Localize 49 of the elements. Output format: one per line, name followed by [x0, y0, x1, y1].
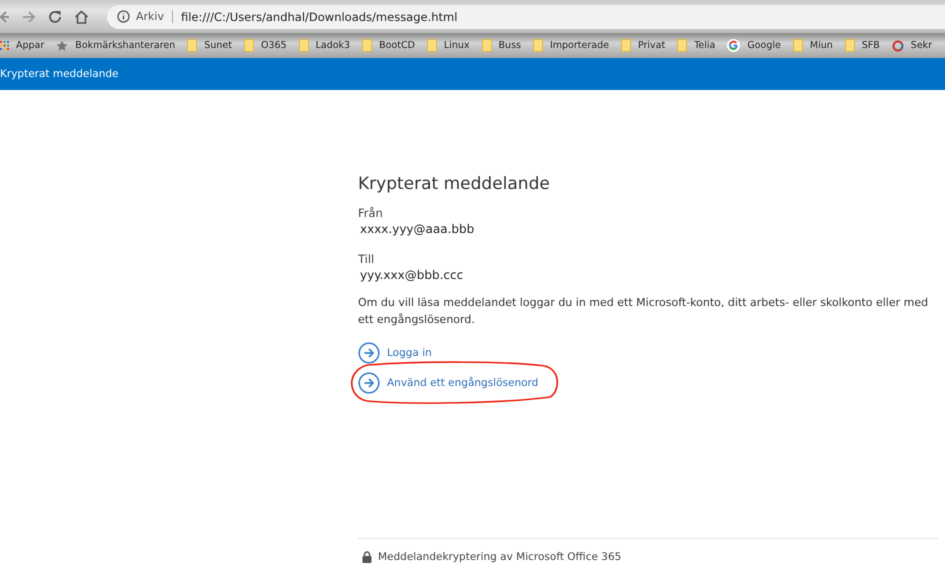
bookmark[interactable]: Buss: [482, 39, 521, 52]
folder-icon: [532, 39, 543, 52]
apps-grid-icon: [0, 41, 9, 50]
bookmark[interactable]: O365: [244, 39, 287, 52]
bookmark[interactable]: Linux: [426, 39, 470, 52]
bookmark[interactable]: Bokmärkshanteraren: [56, 40, 176, 52]
url-text: file:///C:/Users/andhal/Downloads/message.html: [180, 10, 458, 24]
sender-address: xxxx.yyy@aaa.bbb: [359, 222, 476, 236]
home-icon[interactable]: [74, 10, 89, 24]
ring-icon: [892, 40, 904, 52]
arrow-circle-icon: [358, 342, 380, 364]
folder-icon: [677, 39, 688, 52]
footer-text: Meddelandekryptering av Microsoft Office 365: [378, 551, 622, 563]
folder-icon: [426, 39, 437, 52]
security-label: Arkiv: [136, 10, 173, 23]
header-title: Krypterat meddelande: [0, 68, 118, 80]
folder-icon: [620, 39, 631, 52]
bookmark[interactable]: SFB: [844, 39, 880, 52]
address-bar[interactable]: Arkiv file:///C:/Users/andhal/Downloads/message.html: [107, 4, 945, 28]
lock-icon: [362, 551, 372, 563]
info-icon[interactable]: [117, 10, 130, 23]
action-link[interactable]: Logga in: [387, 347, 432, 359]
message-title: Krypterat meddelande: [358, 174, 551, 194]
bookmark[interactable]: Privat: [620, 39, 666, 52]
folder-icon: [844, 39, 855, 52]
recipient-address: yyy.xxx@bbb.ccc: [359, 268, 464, 282]
bookmark[interactable]: Sekr: [892, 40, 932, 52]
bookmark[interactable]: Google: [727, 39, 781, 52]
bookmark[interactable]: Miun: [792, 39, 833, 52]
from-label: Från: [358, 206, 384, 220]
bookmark[interactable]: Telia: [677, 39, 716, 52]
arrow-circle-icon: [358, 372, 380, 394]
instruction-text: Om du vill läsa meddelandet loggar du in med ett Microsoft-konto, ditt arbets- eller skolkonto eller med ett engångslösenord.: [358, 295, 930, 328]
folder-icon: [792, 39, 803, 52]
bookmark[interactable]: Importerade: [532, 39, 609, 52]
apps-shortcut[interactable]: Appar: [0, 40, 44, 51]
google-g-icon: [727, 39, 740, 52]
folder-icon: [482, 39, 492, 52]
star-icon: [56, 40, 68, 52]
folder-icon: [362, 39, 372, 52]
reload-icon[interactable]: [48, 10, 62, 24]
bookmark[interactable]: BootCD: [362, 39, 415, 52]
folder-icon: [298, 39, 309, 52]
to-label: Till: [358, 252, 376, 266]
folder-icon: [187, 39, 198, 52]
bookmark[interactable]: Sunet: [187, 39, 232, 52]
back-icon[interactable]: [0, 10, 10, 24]
bookmark[interactable]: Ladok3: [298, 39, 350, 52]
folder-icon: [244, 39, 254, 52]
